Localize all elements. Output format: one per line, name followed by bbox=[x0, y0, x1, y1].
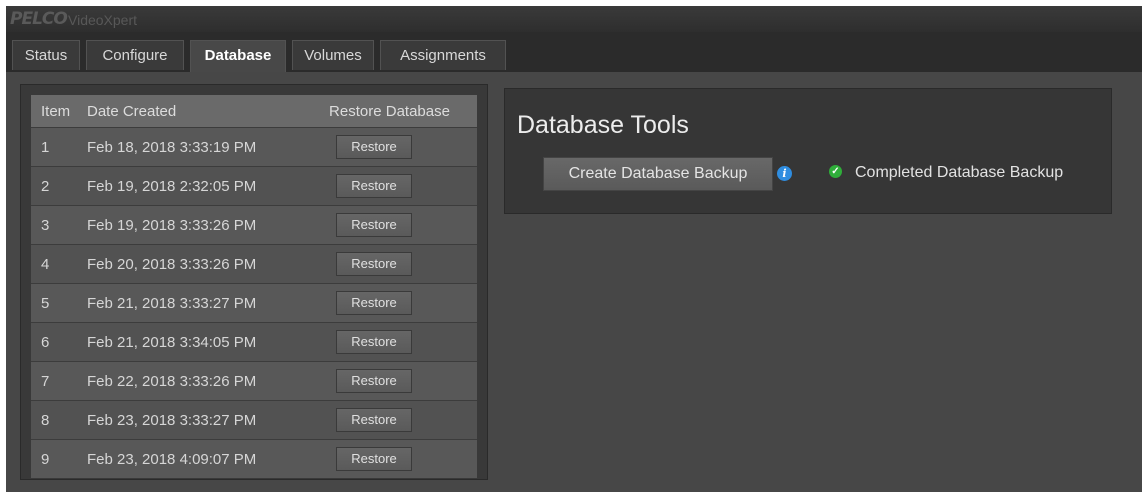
restore-button[interactable]: Restore bbox=[336, 213, 412, 237]
pelco-logo: PELCO bbox=[10, 9, 68, 29]
restore-button[interactable]: Restore bbox=[336, 330, 412, 354]
row-date: Feb 20, 2018 3:33:26 PM bbox=[87, 244, 302, 284]
row-item: 3 bbox=[31, 205, 87, 245]
row-item: 8 bbox=[31, 400, 87, 440]
row-item: 4 bbox=[31, 244, 87, 284]
database-tools-panel: Database Tools Create Database Backup i … bbox=[504, 88, 1112, 214]
header-date-created: Date Created bbox=[87, 95, 302, 128]
restore-button[interactable]: Restore bbox=[336, 408, 412, 432]
backup-status-text: Completed Database Backup bbox=[855, 164, 1064, 181]
table-row: 6 Feb 21, 2018 3:34:05 PM Restore bbox=[31, 322, 477, 362]
restore-button[interactable]: Restore bbox=[336, 252, 412, 276]
row-item: 9 bbox=[31, 439, 87, 478]
row-item: 1 bbox=[31, 127, 87, 167]
row-item: 2 bbox=[31, 166, 87, 206]
header-restore-database: Restore Database bbox=[302, 95, 477, 128]
database-content: Item Date Created Restore Database 1 Feb… bbox=[6, 72, 1142, 492]
table-row: 7 Feb 22, 2018 3:33:26 PM Restore bbox=[31, 361, 477, 401]
tools-title: Database Tools bbox=[517, 111, 689, 139]
row-date: Feb 23, 2018 4:09:07 PM bbox=[87, 439, 302, 478]
table-header-row: Item Date Created Restore Database bbox=[31, 95, 477, 128]
title-bar: PELCO VideoXpert bbox=[6, 6, 1142, 32]
create-database-backup-button[interactable]: Create Database Backup bbox=[543, 157, 773, 191]
row-date: Feb 19, 2018 3:33:26 PM bbox=[87, 205, 302, 245]
restore-button[interactable]: Restore bbox=[336, 369, 412, 393]
row-date: Feb 23, 2018 3:33:27 PM bbox=[87, 400, 302, 440]
row-item: 6 bbox=[31, 322, 87, 362]
row-item: 7 bbox=[31, 361, 87, 401]
tab-bar: Status Configure Database Volumes Assign… bbox=[6, 32, 1142, 72]
row-date: Feb 19, 2018 2:32:05 PM bbox=[87, 166, 302, 206]
app-window: PELCO VideoXpert Status Configure Databa… bbox=[6, 6, 1142, 492]
tab-database[interactable]: Database bbox=[190, 40, 286, 72]
row-date: Feb 21, 2018 3:34:05 PM bbox=[87, 322, 302, 362]
row-date: Feb 22, 2018 3:33:26 PM bbox=[87, 361, 302, 401]
restore-button[interactable]: Restore bbox=[336, 447, 412, 471]
restore-panel: Item Date Created Restore Database 1 Feb… bbox=[20, 84, 488, 480]
table-row: 3 Feb 19, 2018 3:33:26 PM Restore bbox=[31, 205, 477, 245]
product-name: VideoXpert bbox=[68, 12, 138, 28]
restore-button[interactable]: Restore bbox=[336, 174, 412, 198]
table-row: 8 Feb 23, 2018 3:33:27 PM Restore bbox=[31, 400, 477, 440]
restore-rows: 1 Feb 18, 2018 3:33:19 PM Restore 2 Feb … bbox=[31, 127, 477, 478]
tab-volumes[interactable]: Volumes bbox=[292, 40, 374, 70]
table-row: 5 Feb 21, 2018 3:33:27 PM Restore bbox=[31, 283, 477, 323]
row-date: Feb 18, 2018 3:33:19 PM bbox=[87, 127, 302, 167]
table-row: 4 Feb 20, 2018 3:33:26 PM Restore bbox=[31, 244, 477, 284]
header-item: Item bbox=[31, 95, 87, 128]
tab-assignments[interactable]: Assignments bbox=[380, 40, 506, 70]
tab-status[interactable]: Status bbox=[12, 40, 80, 70]
tab-configure[interactable]: Configure bbox=[86, 40, 184, 70]
restore-table: Item Date Created Restore Database 1 Feb… bbox=[31, 95, 477, 478]
row-date: Feb 21, 2018 3:33:27 PM bbox=[87, 283, 302, 323]
table-row: 2 Feb 19, 2018 2:32:05 PM Restore bbox=[31, 166, 477, 206]
info-icon[interactable]: i bbox=[777, 166, 792, 181]
restore-button[interactable]: Restore bbox=[336, 135, 412, 159]
restore-button[interactable]: Restore bbox=[336, 291, 412, 315]
table-row: 9 Feb 23, 2018 4:09:07 PM Restore bbox=[31, 439, 477, 478]
table-row: 1 Feb 18, 2018 3:33:19 PM Restore bbox=[31, 127, 477, 167]
check-icon: ✓ bbox=[829, 165, 842, 178]
row-item: 5 bbox=[31, 283, 87, 323]
